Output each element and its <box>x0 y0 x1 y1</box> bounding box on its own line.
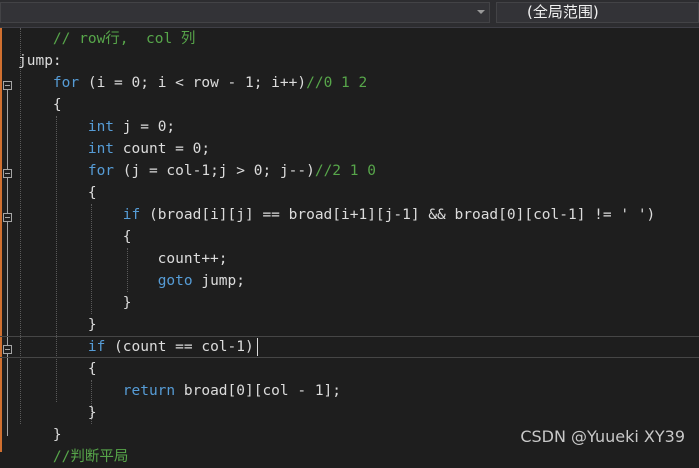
code-token: } <box>18 295 132 311</box>
code-line-text: goto jump; <box>18 270 245 292</box>
code-token: int <box>87 141 115 157</box>
code-line[interactable]: } <box>0 314 699 336</box>
code-line[interactable]: for (i = 0; i < row - 1; i++)//0 1 2 <box>0 72 699 94</box>
code-token: jump: <box>18 53 62 69</box>
code-token: (i = 0; i < row - 1; i++) <box>79 75 307 91</box>
chevron-down-icon[interactable] <box>477 10 485 14</box>
code-token: { <box>18 185 97 201</box>
code-line[interactable]: //判断平局 <box>0 446 699 468</box>
code-line-text: { <box>18 358 97 380</box>
code-line-text: { <box>18 182 97 204</box>
code-token: (count == col-1) <box>105 339 254 355</box>
code-token: if <box>122 207 141 223</box>
code-token: int <box>87 119 115 135</box>
code-line-text: int count = 0; <box>18 138 210 160</box>
code-line[interactable]: } <box>0 402 699 424</box>
code-line[interactable]: if (broad[i][j] == broad[i+1][j-1] && br… <box>0 204 699 226</box>
code-token: { <box>18 97 62 113</box>
code-line-text: //判断平局 <box>18 446 128 468</box>
code-line[interactable]: return broad[0][col - 1]; <box>0 380 699 402</box>
code-line[interactable]: jump: <box>0 50 699 72</box>
code-line[interactable]: } <box>0 292 699 314</box>
code-line-text: { <box>18 226 132 248</box>
code-line[interactable]: goto jump; <box>0 270 699 292</box>
code-line[interactable]: int count = 0; <box>0 138 699 160</box>
code-line-text: int j = 0; <box>18 116 175 138</box>
code-token: if <box>87 339 106 355</box>
code-token: //0 1 2 <box>306 75 368 91</box>
code-line-text: return broad[0][col - 1]; <box>18 380 341 402</box>
watermark: CSDN @Yuueki XY39 <box>520 427 685 446</box>
code-token: for <box>52 75 80 91</box>
code-token: jump; <box>192 273 245 289</box>
code-line[interactable]: { <box>0 94 699 116</box>
code-token: } <box>18 405 97 421</box>
code-line-text: count++; <box>18 248 228 270</box>
code-line-text: } <box>18 424 62 446</box>
code-token: } <box>18 427 62 443</box>
code-token: for <box>87 163 115 179</box>
code-line[interactable]: int j = 0; <box>0 116 699 138</box>
code-token: } <box>18 317 97 333</box>
code-token: (j = col-1;j > 0; j--) <box>114 163 315 179</box>
code-line-text: } <box>18 314 97 336</box>
member-dropdown[interactable] <box>0 2 490 23</box>
code-line[interactable]: { <box>0 182 699 204</box>
code-line-text: jump: <box>18 50 62 72</box>
code-line[interactable]: for (j = col-1;j > 0; j--)//2 1 0 <box>0 160 699 182</box>
code-token: goto <box>157 273 193 289</box>
code-line-text: } <box>18 402 97 424</box>
code-editor[interactable]: // row行, col 列 jump: for (i = 0; i < row … <box>0 28 699 465</box>
text-caret <box>257 338 258 356</box>
code-line-text: { <box>18 94 62 116</box>
code-token: j = 0; <box>114 119 176 135</box>
code-line[interactable]: { <box>0 358 699 380</box>
code-line-text: // row行, col 列 <box>18 28 196 50</box>
code-line-text: if (broad[i][j] == broad[i+1][j-1] && br… <box>18 204 656 226</box>
code-line-text: if (count == col-1) <box>18 337 254 357</box>
code-line-text: for (j = col-1;j > 0; j--)//2 1 0 <box>18 160 376 182</box>
navigation-bar: (全局范围) <box>0 0 699 28</box>
code-token: { <box>18 229 132 245</box>
code-line[interactable]: count++; <box>0 248 699 270</box>
code-line-text: } <box>18 292 132 314</box>
code-token: //2 1 0 <box>314 163 376 179</box>
code-line[interactable]: { <box>0 226 699 248</box>
scope-dropdown[interactable]: (全局范围) <box>496 2 699 23</box>
code-token: return <box>122 383 176 399</box>
code-token: // row行, col 列 <box>52 31 196 47</box>
code-line-text: for (i = 0; i < row - 1; i++)//0 1 2 <box>18 72 367 94</box>
scope-dropdown-value: (全局范围) <box>527 3 599 21</box>
code-token: broad[0][col - 1]; <box>175 383 342 399</box>
code-token: (broad[i][j] == broad[i+1][j-1] && broad… <box>140 207 656 223</box>
code-token: //判断平局 <box>52 449 129 465</box>
code-token: count = 0; <box>114 141 211 157</box>
code-token: count++; <box>18 251 228 267</box>
code-line[interactable]: if (count == col-1) <box>0 336 699 358</box>
code-token: { <box>18 361 97 377</box>
code-line[interactable]: // row行, col 列 <box>0 28 699 50</box>
